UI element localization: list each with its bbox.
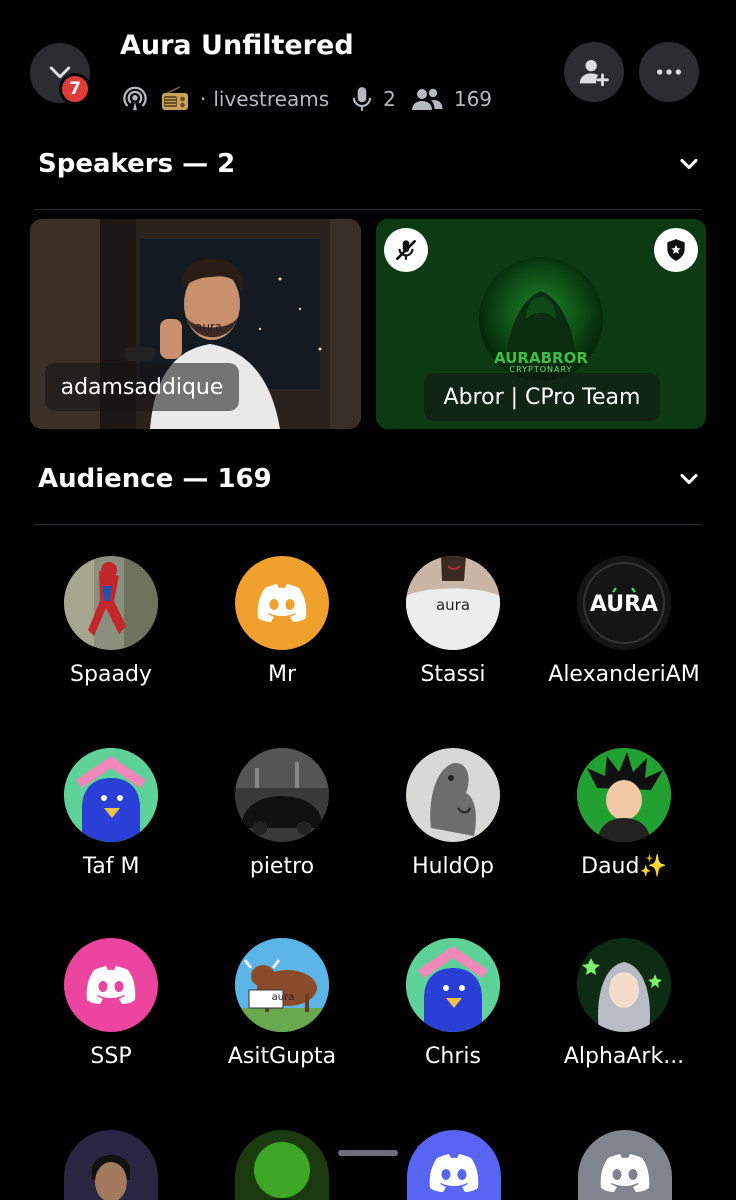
listener-count: 169 [453,87,493,111]
member-name: Taf M [82,854,140,879]
speakers-section-header[interactable]: Speakers — 2 [38,144,703,184]
channel-separator: · [200,87,207,111]
member-name: HuldOp [412,854,494,879]
member-name: AsitGupta [227,1044,337,1069]
user-avatar [406,938,500,1032]
chevron-down-icon [680,473,698,485]
avatar-text: aura [435,596,471,614]
speaker-name-pill: adamsaddique [45,363,239,411]
user-avatar[interactable] [64,1130,158,1200]
stage-subtitle-row: · livestreams 2 169 [120,83,492,115]
channel-name[interactable]: livestreams [213,87,329,111]
blue-bird-avatar-icon [406,938,500,1032]
user-avatar [577,938,671,1032]
speaker-name-pill: Abror | CPro Team [424,373,660,421]
audience-member[interactable]: aura Stassi [368,556,538,687]
sketch-creature-avatar-icon [406,748,500,842]
audience-member[interactable]: Chris [368,938,538,1069]
avatar-text: AURA [589,592,659,617]
green-crowd-avatar-icon [235,1130,329,1200]
user-avatar [64,748,158,842]
speakers-section-title: Speakers — 2 [38,149,236,179]
member-name: Mr [267,662,297,687]
notification-badge: 7 [59,73,91,105]
spiderman-avatar-icon [64,556,158,650]
member-name: AlexanderiAM [548,662,700,687]
audience-member[interactable]: Spaady [26,556,196,687]
bull-avatar-icon [235,938,329,1032]
audience-member[interactable]: HuldOp [368,748,538,879]
user-avatar[interactable] [235,1130,329,1200]
user-avatar[interactable] [407,1130,501,1200]
speaker-card-adamsaddique[interactable]: aura adamsaddique [30,219,361,429]
user-avatar [577,748,671,842]
audience-member[interactable]: pietro [197,748,367,879]
radio-emoji-icon [162,86,188,110]
more-options-button[interactable] [639,42,699,102]
audience-member[interactable]: aura AsitGupta [197,938,367,1069]
user-avatar [64,556,158,650]
member-name: Chris [425,1044,481,1069]
member-name: AlphaArk... [563,1044,685,1069]
audience-member[interactable]: AURA AlexanderiAM [539,556,709,687]
audience-member[interactable]: Taf M [26,748,196,879]
speaker-card-abror[interactable]: AURABROR CRYPTONARY Abror | CPro Team [376,219,706,429]
audience-divider [34,524,702,525]
member-name: Spaady [70,662,152,687]
shirt-text: aura [195,320,222,334]
muted-indicator [384,228,428,272]
member-name: Stassi [420,662,486,687]
speakers-divider [34,209,702,210]
user-avatar [235,748,329,842]
stage-header: 7 Aura Unfiltered · livestreams 2 169 [0,0,736,130]
microphone-icon [352,87,372,111]
avatar-text: aura [271,992,295,1003]
moderator-indicator [654,228,698,272]
member-name: Daud✨ [581,854,667,879]
user-avatar[interactable] [578,1130,672,1200]
discord-logo-icon [257,584,307,622]
stage-title: Aura Unfiltered [120,30,354,61]
user-avatar [235,556,329,650]
discord-logo-icon [86,966,136,1004]
discord-logo-icon [429,1154,479,1192]
add-user-icon [579,59,609,87]
member-name: pietro [249,854,315,879]
shield-star-icon [667,239,685,261]
audience-section-header[interactable]: Audience — 169 [38,459,703,499]
anime-girl-avatar-icon [577,938,671,1032]
person-photo-avatar-icon [64,1130,158,1200]
audience-section-title: Audience — 169 [38,464,272,494]
blue-bird-avatar-icon [64,748,158,842]
anime-goku-avatar-icon [577,748,671,842]
audience-member[interactable]: AlphaArk... [539,938,709,1069]
user-avatar [235,938,329,1032]
member-name: SSP [90,1044,132,1069]
night-car-avatar-icon [235,748,329,842]
invite-button[interactable] [564,42,624,102]
user-avatar [406,748,500,842]
chevron-down-icon [680,158,698,170]
drag-handle[interactable] [338,1150,398,1156]
user-avatar [64,938,158,1032]
speaker-count: 2 [383,87,396,111]
discord-logo-icon [600,1154,650,1192]
audience-member[interactable]: Mr [197,556,367,687]
audience-member[interactable]: Daud✨ [539,748,709,879]
audience-member[interactable]: SSP [26,938,196,1069]
people-icon [411,88,443,110]
stage-icon [123,86,147,111]
mic-muted-icon [396,240,416,260]
more-dots-icon [657,69,681,75]
